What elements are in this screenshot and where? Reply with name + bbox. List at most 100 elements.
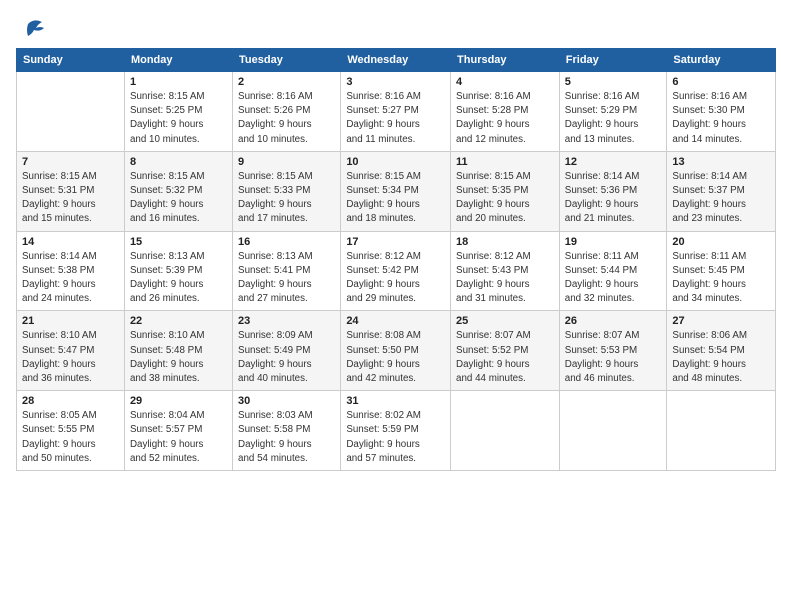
day-info: Sunrise: 8:07 AM Sunset: 5:52 PM Dayligh… (456, 329, 554, 386)
day-number: 20 (672, 236, 770, 248)
calendar-cell: 28 Sunrise: 8:05 AM Sunset: 5:55 PM Dayli… (17, 391, 125, 471)
day-info: Sunrise: 8:15 AM Sunset: 5:33 PM Dayligh… (238, 170, 335, 227)
day-number: 23 (238, 315, 335, 327)
day-number: 28 (22, 395, 119, 407)
day-number: 16 (238, 236, 335, 248)
calendar-cell: 25Sunrise: 8:07 AM Sunset: 5:52 PM Dayli… (451, 311, 560, 391)
day-number: 17 (346, 236, 445, 248)
day-number: 19 (565, 236, 662, 248)
calendar-cell: 29Sunrise: 8:04 AM Sunset: 5:57 PM Dayli… (124, 391, 232, 471)
day-info: Sunrise: 8:16 AM Sunset: 5:26 PM Dayligh… (238, 90, 335, 147)
calendar-cell: 31 Sunrise: 8:02 AM Sunset: 5:59 PM Dayli… (341, 391, 451, 471)
day-number: 26 (565, 315, 662, 327)
day-number: 27 (672, 315, 770, 327)
day-number: 11 (456, 156, 554, 168)
day-number: 12 (565, 156, 662, 168)
day-number: 24 (346, 315, 445, 327)
calendar-cell: 6Sunrise: 8:16 AM Sunset: 5:30 PM Daylig… (667, 72, 776, 152)
day-info: Sunrise: 8:06 AM Sunset: 5:54 PM Dayligh… (672, 329, 770, 386)
calendar-cell: 7Sunrise: 8:15 AM Sunset: 5:31 PM Daylig… (17, 151, 125, 231)
day-info: Sunrise: 8:14 AM Sunset: 5:38 PM Dayligh… (22, 250, 119, 307)
day-info: Sunrise: 8:16 AM Sunset: 5:28 PM Dayligh… (456, 90, 554, 147)
day-number: 5 (565, 76, 662, 88)
day-number: 10 (346, 156, 445, 168)
calendar-cell: 3 Sunrise: 8:16 AM Sunset: 5:27 PM Daylig… (341, 72, 451, 152)
day-info: Sunrise: 8:15 AM Sunset: 5:31 PM Dayligh… (22, 170, 119, 227)
weekday-header: Thursday (451, 49, 560, 72)
day-info: Sunrise: 8:15 AM Sunset: 5:25 PM Dayligh… (130, 90, 227, 147)
calendar-week-row: 1 Sunrise: 8:15 AM Sunset: 5:25 PM Daylig… (17, 72, 776, 152)
day-number: 29 (130, 395, 227, 407)
calendar-week-row: 14 Sunrise: 8:14 AM Sunset: 5:38 PM Dayli… (17, 231, 776, 311)
day-info: Sunrise: 8:16 AM Sunset: 5:29 PM Dayligh… (565, 90, 662, 147)
calendar-week-row: 28 Sunrise: 8:05 AM Sunset: 5:55 PM Dayli… (17, 391, 776, 471)
day-number: 2 (238, 76, 335, 88)
calendar-cell: 4 Sunrise: 8:16 AM Sunset: 5:28 PM Daylig… (451, 72, 560, 152)
day-info: Sunrise: 8:15 AM Sunset: 5:35 PM Dayligh… (456, 170, 554, 227)
calendar-cell: 1 Sunrise: 8:15 AM Sunset: 5:25 PM Daylig… (124, 72, 232, 152)
calendar-table: SundayMondayTuesdayWednesdayThursdayFrid… (16, 48, 776, 471)
day-number: 4 (456, 76, 554, 88)
day-info: Sunrise: 8:10 AM Sunset: 5:47 PM Dayligh… (22, 329, 119, 386)
calendar-cell: 19Sunrise: 8:11 AM Sunset: 5:44 PM Dayli… (559, 231, 667, 311)
calendar-cell: 24 Sunrise: 8:08 AM Sunset: 5:50 PM Dayli… (341, 311, 451, 391)
calendar-cell: 8 Sunrise: 8:15 AM Sunset: 5:32 PM Daylig… (124, 151, 232, 231)
calendar-cell: 27 Sunrise: 8:06 AM Sunset: 5:54 PM Dayli… (667, 311, 776, 391)
day-number: 13 (672, 156, 770, 168)
day-info: Sunrise: 8:15 AM Sunset: 5:32 PM Dayligh… (130, 170, 227, 227)
day-info: Sunrise: 8:15 AM Sunset: 5:34 PM Dayligh… (346, 170, 445, 227)
day-number: 14 (22, 236, 119, 248)
calendar-cell: 22 Sunrise: 8:10 AM Sunset: 5:48 PM Dayli… (124, 311, 232, 391)
calendar-cell: 23 Sunrise: 8:09 AM Sunset: 5:49 PM Dayli… (233, 311, 341, 391)
day-info: Sunrise: 8:14 AM Sunset: 5:36 PM Dayligh… (565, 170, 662, 227)
calendar-cell: 16Sunrise: 8:13 AM Sunset: 5:41 PM Dayli… (233, 231, 341, 311)
calendar-cell: 17 Sunrise: 8:12 AM Sunset: 5:42 PM Dayli… (341, 231, 451, 311)
day-number: 31 (346, 395, 445, 407)
day-number: 8 (130, 156, 227, 168)
calendar-cell (559, 391, 667, 471)
day-info: Sunrise: 8:08 AM Sunset: 5:50 PM Dayligh… (346, 329, 445, 386)
weekday-header: Saturday (667, 49, 776, 72)
day-info: Sunrise: 8:12 AM Sunset: 5:43 PM Dayligh… (456, 250, 554, 307)
calendar-cell: 21Sunrise: 8:10 AM Sunset: 5:47 PM Dayli… (17, 311, 125, 391)
calendar-cell: 18 Sunrise: 8:12 AM Sunset: 5:43 PM Dayli… (451, 231, 560, 311)
day-info: Sunrise: 8:16 AM Sunset: 5:27 PM Dayligh… (346, 90, 445, 147)
calendar-cell: 11 Sunrise: 8:15 AM Sunset: 5:35 PM Dayli… (451, 151, 560, 231)
day-info: Sunrise: 8:07 AM Sunset: 5:53 PM Dayligh… (565, 329, 662, 386)
calendar-cell: 10 Sunrise: 8:15 AM Sunset: 5:34 PM Dayli… (341, 151, 451, 231)
calendar-cell (451, 391, 560, 471)
calendar-cell: 30 Sunrise: 8:03 AM Sunset: 5:58 PM Dayli… (233, 391, 341, 471)
day-info: Sunrise: 8:09 AM Sunset: 5:49 PM Dayligh… (238, 329, 335, 386)
calendar-cell (17, 72, 125, 152)
page-container: SundayMondayTuesdayWednesdayThursdayFrid… (0, 0, 792, 612)
day-info: Sunrise: 8:11 AM Sunset: 5:45 PM Dayligh… (672, 250, 770, 307)
calendar-cell: 9 Sunrise: 8:15 AM Sunset: 5:33 PM Daylig… (233, 151, 341, 231)
header (16, 16, 776, 38)
calendar-header-row: SundayMondayTuesdayWednesdayThursdayFrid… (17, 49, 776, 72)
day-number: 22 (130, 315, 227, 327)
day-info: Sunrise: 8:05 AM Sunset: 5:55 PM Dayligh… (22, 409, 119, 466)
day-number: 9 (238, 156, 335, 168)
weekday-header: Friday (559, 49, 667, 72)
day-info: Sunrise: 8:14 AM Sunset: 5:37 PM Dayligh… (672, 170, 770, 227)
day-info: Sunrise: 8:13 AM Sunset: 5:39 PM Dayligh… (130, 250, 227, 307)
calendar-cell: 13 Sunrise: 8:14 AM Sunset: 5:37 PM Dayli… (667, 151, 776, 231)
calendar-cell: 2 Sunrise: 8:16 AM Sunset: 5:26 PM Daylig… (233, 72, 341, 152)
day-info: Sunrise: 8:12 AM Sunset: 5:42 PM Dayligh… (346, 250, 445, 307)
calendar-week-row: 21Sunrise: 8:10 AM Sunset: 5:47 PM Dayli… (17, 311, 776, 391)
logo (16, 16, 46, 38)
day-info: Sunrise: 8:10 AM Sunset: 5:48 PM Dayligh… (130, 329, 227, 386)
day-number: 1 (130, 76, 227, 88)
day-number: 18 (456, 236, 554, 248)
day-number: 3 (346, 76, 445, 88)
calendar-cell: 14 Sunrise: 8:14 AM Sunset: 5:38 PM Dayli… (17, 231, 125, 311)
calendar-cell: 26 Sunrise: 8:07 AM Sunset: 5:53 PM Dayli… (559, 311, 667, 391)
logo-bird-icon (18, 16, 46, 44)
day-info: Sunrise: 8:03 AM Sunset: 5:58 PM Dayligh… (238, 409, 335, 466)
weekday-header: Monday (124, 49, 232, 72)
day-info: Sunrise: 8:02 AM Sunset: 5:59 PM Dayligh… (346, 409, 445, 466)
calendar-cell: 12 Sunrise: 8:14 AM Sunset: 5:36 PM Dayli… (559, 151, 667, 231)
day-number: 30 (238, 395, 335, 407)
weekday-header: Tuesday (233, 49, 341, 72)
calendar-cell: 20 Sunrise: 8:11 AM Sunset: 5:45 PM Dayli… (667, 231, 776, 311)
